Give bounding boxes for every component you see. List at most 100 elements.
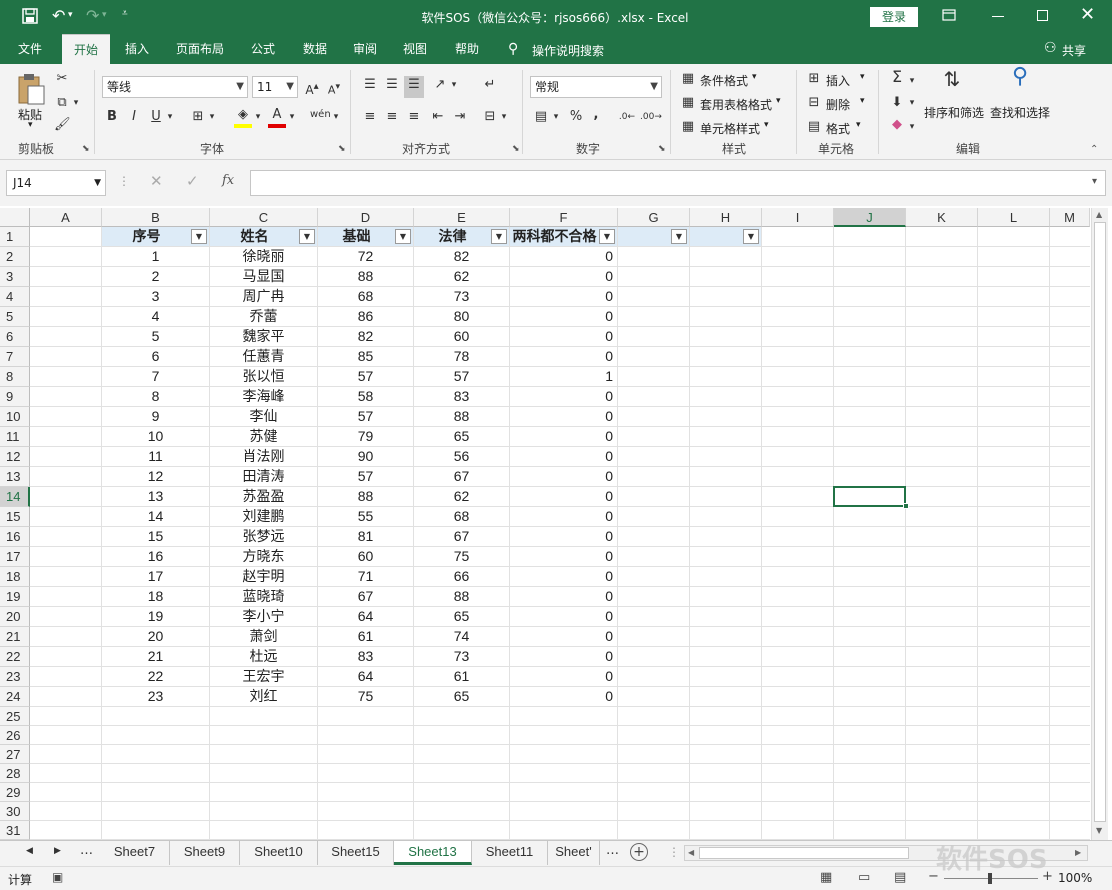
column-header-l[interactable]: L [978, 208, 1050, 227]
clear-icon[interactable]: ◆ [888, 116, 906, 134]
table-cell[interactable]: 68 [414, 507, 509, 526]
number-launcher-icon[interactable]: ⬊ [658, 144, 666, 154]
ribbon-display-icon[interactable] [940, 6, 958, 24]
table-cell[interactable]: 66 [414, 567, 509, 586]
table-cell[interactable]: 0 [510, 467, 617, 486]
scroll-right-icon[interactable]: ▶ [1075, 848, 1081, 857]
spreadsheet-grid[interactable]: ABCDEFGHIJKLM 1 2 3 4 5 6 7 8 9 10 11 12 13 14 15 16 17 1… [0, 206, 1112, 840]
orientation-icon[interactable]: ↗ [432, 76, 448, 94]
underline-dropdown-icon[interactable]: ▾ [166, 108, 174, 126]
table-cell[interactable]: 88 [414, 587, 509, 606]
fill-color-dropdown-icon[interactable]: ▾ [254, 108, 262, 126]
table-cell[interactable]: 李仙 [210, 407, 317, 426]
table-cell[interactable]: 徐晓丽 [210, 247, 317, 266]
table-cell[interactable]: 71 [318, 567, 413, 586]
row-header-26[interactable]: 26 [0, 726, 30, 745]
table-cell[interactable]: 78 [414, 347, 509, 366]
table-cell[interactable]: 乔蕾 [210, 307, 317, 326]
table-cell[interactable]: 60 [414, 327, 509, 346]
cell-styles-dropdown-icon[interactable]: ▾ [764, 120, 769, 130]
table-cell[interactable]: 方晓东 [210, 547, 317, 566]
row-header-24[interactable]: 24 [0, 687, 30, 707]
more-sheets-left-icon[interactable]: … [80, 843, 93, 858]
table-dropdown-icon[interactable]: ▾ [776, 96, 781, 106]
tab-home[interactable]: 开始 [62, 34, 110, 64]
table-cell[interactable]: 18 [102, 587, 209, 606]
row-header-22[interactable]: 22 [0, 647, 30, 667]
normal-view-icon[interactable]: ▦ [820, 870, 832, 885]
table-cell[interactable]: 王宏宇 [210, 667, 317, 686]
paste-icon[interactable] [16, 72, 46, 106]
table-cell[interactable]: 魏家平 [210, 327, 317, 346]
table-cell[interactable]: 0 [510, 547, 617, 566]
table-cell[interactable]: 82 [414, 247, 509, 266]
row-header-7[interactable]: 7 [0, 347, 30, 367]
maximize-icon[interactable] [1037, 10, 1048, 21]
row-header-6[interactable]: 6 [0, 327, 30, 347]
table-cell[interactable]: 57 [414, 367, 509, 386]
table-cell[interactable]: 80 [414, 307, 509, 326]
insert-cells-button[interactable]: 插入 [826, 72, 850, 89]
table-cell[interactable]: 57 [318, 367, 413, 386]
table-cell[interactable]: 61 [414, 667, 509, 686]
row-header-28[interactable]: 28 [0, 764, 30, 783]
add-sheet-icon[interactable]: + [630, 843, 648, 861]
fill-color-icon[interactable]: ◈ [234, 106, 252, 128]
table-cell[interactable]: 12 [102, 467, 209, 486]
table-cell[interactable]: 67 [414, 467, 509, 486]
page-break-view-icon[interactable]: ▤ [894, 870, 906, 885]
table-cell[interactable]: 杜远 [210, 647, 317, 666]
sheet-tab-sheet13[interactable]: Sheet13 [394, 841, 472, 865]
row-header-13[interactable]: 13 [0, 467, 30, 487]
table-cell[interactable]: 67 [414, 527, 509, 546]
copy-icon[interactable]: ⧉ [54, 94, 70, 112]
save-icon[interactable] [22, 8, 38, 24]
table-cell[interactable]: 刘红 [210, 687, 317, 706]
table-cell[interactable]: 0 [510, 647, 617, 666]
undo-icon[interactable]: ↶ [52, 6, 65, 25]
tab-splitter[interactable]: ⋮ [668, 845, 680, 859]
table-cell[interactable]: 3 [102, 287, 209, 306]
align-center-icon[interactable]: ≡ [384, 108, 400, 126]
cut-icon[interactable]: ✂ [54, 70, 70, 88]
conditional-format-icon[interactable]: ▦ [680, 70, 696, 88]
column-header-k[interactable]: K [906, 208, 978, 227]
column-header-h[interactable]: H [690, 208, 762, 227]
table-cell[interactable]: 75 [414, 547, 509, 566]
copy-dropdown-icon[interactable]: ▾ [72, 94, 80, 112]
table-cell[interactable]: 60 [318, 547, 413, 566]
column-header-e[interactable]: E [414, 208, 510, 227]
table-cell[interactable]: 张梦远 [210, 527, 317, 546]
row-header-23[interactable]: 23 [0, 667, 30, 687]
table-cell[interactable]: 20 [102, 627, 209, 646]
share-button[interactable]: 共享 [1062, 42, 1086, 59]
row-header-1[interactable]: 1 [0, 227, 30, 247]
row-header-11[interactable]: 11 [0, 427, 30, 447]
formula-input[interactable] [250, 170, 1106, 196]
table-cell[interactable]: 0 [510, 627, 617, 646]
table-cell[interactable]: 萧剑 [210, 627, 317, 646]
zoom-out-icon[interactable]: − [928, 869, 939, 884]
table-cell[interactable]: 周广冉 [210, 287, 317, 306]
expand-formula-icon[interactable]: ▾ [1092, 176, 1097, 187]
filter-dropdown-icon[interactable]: ▼ [743, 229, 759, 244]
table-cell[interactable]: 82 [318, 327, 413, 346]
row-header-27[interactable]: 27 [0, 745, 30, 764]
fill-dropdown-icon[interactable]: ▾ [908, 94, 916, 112]
table-cell[interactable]: 10 [102, 427, 209, 446]
table-cell[interactable]: 88 [318, 487, 413, 506]
table-cell[interactable]: 0 [510, 307, 617, 326]
table-cell[interactable]: 4 [102, 307, 209, 326]
page-layout-view-icon[interactable]: ▭ [858, 870, 870, 885]
table-cell[interactable]: 62 [414, 487, 509, 506]
conditional-format-button[interactable]: 条件格式 [700, 72, 748, 89]
table-cell[interactable]: 5 [102, 327, 209, 346]
merge-dropdown-icon[interactable]: ▾ [500, 108, 508, 126]
tab-view[interactable]: 视图 [394, 34, 436, 64]
row-header-5[interactable]: 5 [0, 307, 30, 327]
table-cell[interactable]: 11 [102, 447, 209, 466]
table-cell[interactable]: 17 [102, 567, 209, 586]
table-cell[interactable]: 6 [102, 347, 209, 366]
tab-formulas[interactable]: 公式 [242, 34, 284, 64]
row-header-31[interactable]: 31 [0, 821, 30, 840]
